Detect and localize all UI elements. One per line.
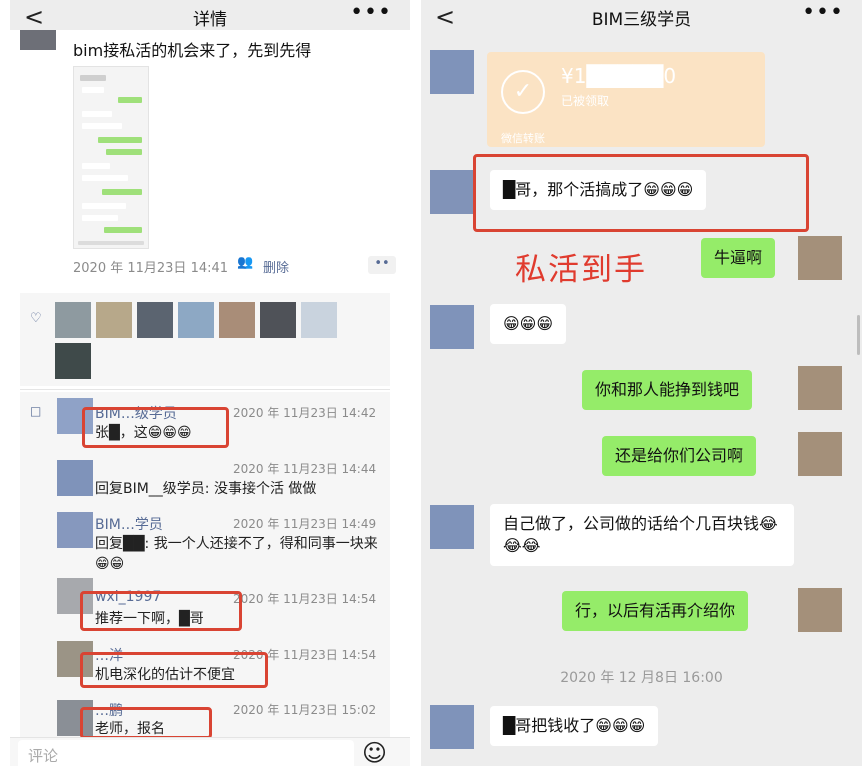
- people-icon[interactable]: 👥: [237, 255, 253, 270]
- comment-time: 2020 年 11月23日 14:42: [233, 406, 377, 420]
- caption-text: 私活到手: [515, 252, 647, 288]
- comment-time: 2020 年 11月23日 14:54: [233, 592, 377, 606]
- comment-text[interactable]: 回复BIM__级学员: 没事接个活 做做: [95, 479, 380, 499]
- transfer-amount: ¥1█████0: [561, 64, 677, 88]
- transfer-status: 已被领取: [561, 94, 610, 108]
- highlight-box: [473, 154, 809, 232]
- author-avatar[interactable]: [20, 30, 56, 50]
- check-icon: ✓: [501, 70, 545, 114]
- commenter-avatar[interactable]: [57, 460, 93, 496]
- chat-panel: < BIM三级学员 ••• ✓ ¥1█████0 已被领取 微信转账 █哥，那个…: [421, 0, 862, 766]
- heart-icon: ♡: [30, 311, 42, 326]
- contact-avatar[interactable]: [430, 305, 474, 349]
- panel-divider: [410, 0, 421, 766]
- message-bubble[interactable]: 还是给你们公司啊: [602, 436, 757, 476]
- message-bubble[interactable]: 你和那人能挣到钱吧: [582, 370, 753, 410]
- post-timestamp: 2020 年 11月23日 14:41: [73, 261, 229, 276]
- contact-avatar[interactable]: [430, 705, 474, 749]
- more-icon[interactable]: •••: [350, 0, 392, 25]
- contact-avatar[interactable]: [430, 50, 474, 94]
- chat-title: BIM三级学员: [591, 10, 692, 30]
- post-text: bim接私活的机会来了，先到先得: [73, 41, 312, 60]
- message-bubble[interactable]: 😁😁😁: [490, 304, 567, 344]
- comment-time: 2020 年 11月23日 15:02: [233, 703, 377, 717]
- liker-avatar[interactable]: [96, 302, 132, 338]
- liker-avatar[interactable]: [219, 302, 255, 338]
- post-actions-button[interactable]: ••: [368, 256, 396, 274]
- transfer-source: 微信转账: [501, 132, 545, 145]
- highlight-box: [80, 591, 242, 631]
- comment-icon: □: [30, 404, 42, 418]
- message-bubble[interactable]: 牛逼啊: [701, 238, 776, 278]
- highlight-box: [80, 707, 212, 739]
- liker-avatar[interactable]: [137, 302, 173, 338]
- comment-input-bar: 评论 ☺: [10, 737, 410, 766]
- message-bubble[interactable]: 自己做了，公司做的话给个几百块钱😂😂😂: [490, 504, 794, 566]
- comment-time: 2020 年 11月23日 14:49: [233, 517, 377, 531]
- commenter-avatar[interactable]: [57, 512, 93, 548]
- my-avatar[interactable]: [798, 588, 842, 632]
- divider: [20, 389, 390, 390]
- transfer-card[interactable]: ✓ ¥1█████0 已被领取 微信转账: [487, 52, 765, 147]
- delete-button[interactable]: 删除: [263, 257, 289, 276]
- message-bubble[interactable]: █哥把钱收了😁😁😁: [490, 706, 659, 746]
- liker-avatar[interactable]: [55, 302, 91, 338]
- highlight-box: [82, 407, 229, 448]
- post-image[interactable]: [73, 66, 149, 249]
- emoji-icon[interactable]: ☺: [362, 739, 387, 766]
- my-avatar[interactable]: [798, 366, 842, 410]
- moments-detail-panel: < 详情 ••• bim接私活的机会来了，先到先得 2020 年 11月23日 …: [10, 0, 410, 766]
- commenter-name[interactable]: BIM…学员: [95, 514, 163, 534]
- comment-input[interactable]: 评论: [18, 740, 354, 766]
- chat-header: < BIM三级学员 •••: [421, 0, 862, 31]
- message-bubble[interactable]: 行，以后有活再介绍你: [562, 591, 749, 631]
- liker-avatar[interactable]: [55, 343, 91, 379]
- scrollbar[interactable]: [857, 315, 860, 355]
- contact-avatar[interactable]: [430, 170, 474, 214]
- detail-header: < 详情 •••: [10, 0, 410, 31]
- chat-timestamp: 2020 年 12 月8日 16:00: [560, 670, 723, 686]
- more-icon[interactable]: •••: [802, 0, 844, 25]
- liker-avatar[interactable]: [260, 302, 296, 338]
- comment-time: 2020 年 11月23日 14:44: [233, 462, 377, 476]
- liker-avatar[interactable]: [301, 302, 337, 338]
- comment-text[interactable]: 回复██: 我一个人还接不了，得和同事一块来😁😁: [95, 534, 380, 574]
- liker-avatar[interactable]: [178, 302, 214, 338]
- my-avatar[interactable]: [798, 236, 842, 280]
- highlight-box: [80, 652, 268, 688]
- my-avatar[interactable]: [798, 432, 842, 476]
- contact-avatar[interactable]: [430, 505, 474, 549]
